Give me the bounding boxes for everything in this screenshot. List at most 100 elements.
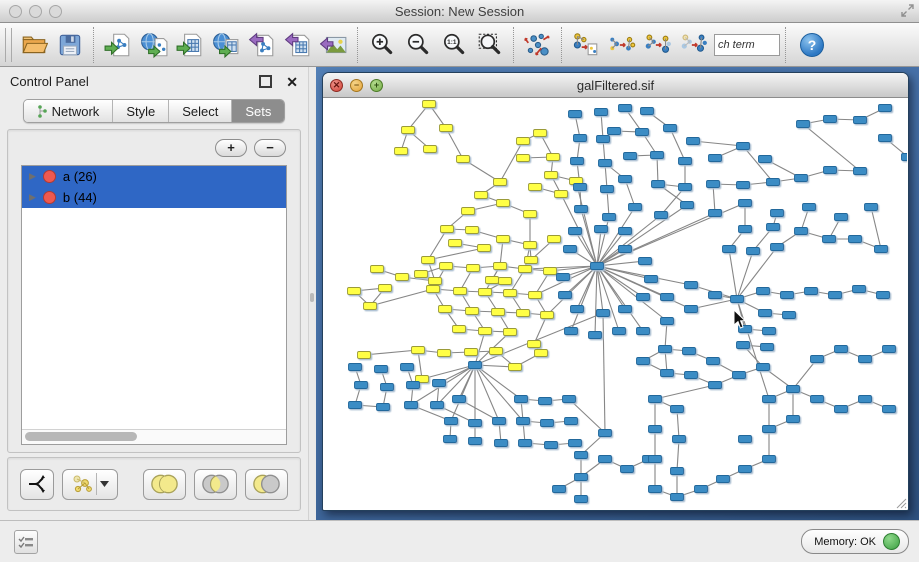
close-panel-button[interactable]: ✕ [286,75,298,89]
graph-node[interactable] [655,212,668,219]
help-button[interactable]: ? [800,33,824,57]
graph-node[interactable] [431,402,444,409]
graph-node[interactable] [439,306,452,313]
graph-node[interactable] [595,226,608,233]
graph-node[interactable] [687,138,700,145]
graph-node[interactable] [619,306,632,313]
graph-node[interactable] [402,127,415,134]
graph-node[interactable] [479,328,492,335]
graph-node[interactable] [490,348,503,355]
toolbar-drag-handle[interactable] [5,28,12,62]
graph-node[interactable] [415,271,428,278]
graph-edge[interactable] [607,189,609,217]
graph-node[interactable] [427,286,440,293]
graph-node[interactable] [445,418,458,425]
expander-icon[interactable]: ▶ [29,192,36,203]
graph-edge[interactable] [597,266,619,331]
graph-node[interactable] [493,418,506,425]
graph-node[interactable] [651,152,664,159]
graph-node[interactable] [595,109,608,116]
graph-node[interactable] [767,224,780,231]
graph-node[interactable] [824,116,837,123]
graph-node[interactable] [429,278,442,285]
graph-node[interactable] [355,382,368,389]
graph-node[interactable] [879,135,892,142]
splitter-handle-icon[interactable] [310,293,314,302]
graph-node[interactable] [544,268,557,275]
float-panel-button[interactable] [259,75,272,88]
graph-node[interactable] [358,352,371,359]
graph-node[interactable] [717,476,730,483]
graph-node[interactable] [811,396,824,403]
graph-node[interactable] [707,181,720,188]
graph-edge[interactable] [428,248,484,260]
graph-node[interactable] [664,125,677,132]
graph-node[interactable] [877,292,890,299]
graph-node[interactable] [649,486,662,493]
graph-node[interactable] [823,236,836,243]
graph-node[interactable] [375,366,388,373]
graph-node[interactable] [613,328,626,335]
graph-node[interactable] [787,416,800,423]
graph-node[interactable] [619,105,632,112]
graph-node[interactable] [499,278,512,285]
graph-node[interactable] [454,288,467,295]
graph-node[interactable] [783,312,796,319]
graph-node[interactable] [739,226,752,233]
graph-node[interactable] [883,346,896,353]
graph-node[interactable] [795,228,808,235]
graph-node[interactable] [465,349,478,356]
graph-node[interactable] [649,426,662,433]
graph-node[interactable] [466,227,479,234]
graph-node[interactable] [624,153,637,160]
graph-node[interactable] [811,356,824,363]
graph-edge[interactable] [737,251,753,299]
graph-node[interactable] [453,326,466,333]
zoom-in-button[interactable] [364,27,400,63]
graph-node[interactable] [737,143,750,150]
graph-node[interactable] [528,341,541,348]
graph-edge[interactable] [451,365,475,421]
graph-node[interactable] [529,184,542,191]
graph-edge[interactable] [565,266,597,295]
graph-node[interactable] [479,289,492,296]
graph-node[interactable] [379,285,392,292]
graph-node[interactable] [569,228,582,235]
graph-node[interactable] [859,396,872,403]
graph-node[interactable] [671,494,684,501]
network-window-titlebar[interactable]: ✕ − + galFiltered.sif [323,73,908,98]
graph-node[interactable] [737,182,750,189]
graph-node[interactable] [824,167,837,174]
graph-node[interactable] [637,358,650,365]
graph-node[interactable] [659,346,672,353]
graph-node[interactable] [535,350,548,357]
graph-node[interactable] [541,312,554,319]
graph-node[interactable] [671,468,684,475]
graph-node[interactable] [661,294,674,301]
graph-node[interactable] [529,292,542,299]
graph-node[interactable] [875,246,888,253]
resize-grip[interactable] [893,495,907,509]
save-session-button[interactable] [52,27,88,63]
graph-node[interactable] [422,257,435,264]
graph-node[interactable] [599,430,612,437]
tab-network[interactable]: Network [24,100,113,122]
graph-node[interactable] [608,128,621,135]
graph-node[interactable] [619,176,632,183]
graph-node[interactable] [559,292,572,299]
zoom-fit-button[interactable] [472,27,508,63]
graph-node[interactable] [395,148,408,155]
zoom-actual-size-button[interactable]: 1:1 [436,27,472,63]
graph-node[interactable] [621,466,634,473]
graph-node[interactable] [441,226,454,233]
graph-node[interactable] [423,101,436,108]
graph-node[interactable] [545,172,558,179]
graph-node[interactable] [407,382,420,389]
graph-node[interactable] [525,257,538,264]
graph-node[interactable] [597,136,610,143]
graph-node[interactable] [883,406,896,413]
graph-edge[interactable] [713,184,715,213]
memory-status-button[interactable]: Memory: OK [801,529,909,554]
graph-node[interactable] [759,156,772,163]
search-input[interactable] [714,34,780,56]
